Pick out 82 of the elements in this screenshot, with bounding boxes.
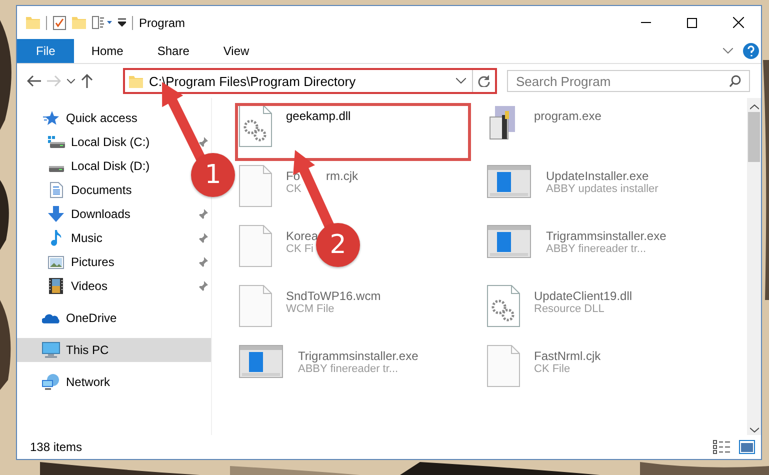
view-options-icon[interactable] bbox=[92, 16, 112, 29]
file-type: CK Fi bbox=[286, 243, 314, 255]
details-view-icon[interactable] bbox=[713, 440, 731, 454]
file-name: UpdateClient19.dll bbox=[534, 289, 632, 303]
file-type: Resource DLL bbox=[534, 303, 606, 315]
scrollbar[interactable] bbox=[747, 98, 761, 435]
network-icon bbox=[42, 374, 60, 390]
scroll-thumb[interactable] bbox=[748, 112, 760, 162]
pin-icon[interactable] bbox=[198, 136, 208, 148]
file-icon bbox=[486, 345, 520, 387]
pictures-icon bbox=[48, 256, 64, 268]
address-field[interactable]: C:\Program Files\Program Directory bbox=[123, 68, 497, 94]
window-icon bbox=[239, 345, 283, 378]
file-type: ABBY finereader tr... bbox=[546, 243, 648, 255]
search-field[interactable]: Search Program bbox=[507, 70, 750, 92]
nav-item[interactable]: Local Disk (D:) bbox=[71, 159, 150, 173]
customize-toolbar-icon[interactable] bbox=[118, 18, 126, 27]
nav-item[interactable]: This PC bbox=[66, 343, 109, 357]
scroll-down-icon[interactable] bbox=[750, 427, 758, 433]
help-icon[interactable] bbox=[743, 43, 759, 59]
ribbon-tab[interactable]: File bbox=[17, 39, 74, 63]
nav-item[interactable]: Network bbox=[66, 375, 110, 389]
file-name: program.exe bbox=[534, 109, 602, 123]
nav-item[interactable]: Downloads bbox=[71, 207, 130, 221]
computer-icon bbox=[42, 342, 60, 358]
download-icon bbox=[48, 206, 64, 222]
pin-icon[interactable] bbox=[198, 208, 208, 220]
nav-item[interactable]: Music bbox=[71, 231, 102, 245]
file-name: geekamp.dll bbox=[286, 109, 351, 123]
file-icon bbox=[238, 165, 272, 207]
maximize-icon[interactable] bbox=[687, 18, 697, 28]
nav-item[interactable]: Documents bbox=[71, 183, 132, 197]
drive-icon bbox=[48, 166, 64, 172]
file-name: Trigrammsinstaller.exe bbox=[546, 229, 666, 243]
drive-icon bbox=[48, 136, 64, 148]
ribbon-tab[interactable]: Share bbox=[140, 39, 206, 63]
file-type: WCM File bbox=[286, 303, 336, 315]
back-icon[interactable] bbox=[27, 75, 41, 87]
star-icon bbox=[43, 110, 59, 126]
nav-item[interactable]: Videos bbox=[71, 279, 108, 293]
nav-item[interactable]: OneDrive bbox=[66, 311, 117, 325]
refresh-icon[interactable] bbox=[478, 75, 490, 87]
ribbon-tab[interactable]: Home bbox=[74, 39, 140, 63]
file-name: Korea bbox=[286, 229, 318, 243]
file-icon bbox=[238, 225, 272, 267]
cloud-icon bbox=[42, 312, 60, 324]
file-type: CK File bbox=[534, 363, 572, 375]
window-title: Program bbox=[139, 16, 186, 30]
window-icon bbox=[487, 225, 531, 258]
item-count: 138 items bbox=[30, 440, 82, 454]
settings-file-icon bbox=[238, 105, 272, 147]
file-name: FastNrml.cjk bbox=[534, 349, 601, 363]
music-note-icon bbox=[50, 230, 62, 246]
dropdown-icon[interactable] bbox=[456, 78, 466, 84]
pin-icon[interactable] bbox=[198, 232, 208, 244]
film-icon bbox=[49, 278, 63, 294]
file-name: Trigrammsinstaller.exe bbox=[298, 349, 418, 363]
expand-ribbon-icon[interactable] bbox=[723, 48, 733, 54]
close-icon[interactable] bbox=[732, 17, 744, 28]
file-name: Fo bbox=[286, 169, 300, 183]
settings-file-icon bbox=[486, 285, 520, 327]
pin-icon[interactable] bbox=[198, 256, 208, 268]
nav-item[interactable]: Pictures bbox=[71, 255, 114, 269]
search-icon bbox=[729, 75, 741, 87]
nav-item[interactable]: Local Disk (C:) bbox=[71, 135, 150, 149]
document-icon bbox=[50, 182, 62, 198]
properties-icon[interactable] bbox=[53, 16, 66, 30]
file-type: ABBY finereader tr... bbox=[298, 363, 400, 375]
nav-item[interactable]: Quick access bbox=[66, 111, 138, 125]
large-icons-view-icon[interactable] bbox=[739, 440, 755, 454]
file-name: SndToWP16.wcm bbox=[286, 289, 381, 303]
file-name: UpdateInstaller.exe bbox=[546, 169, 649, 183]
pin-icon[interactable] bbox=[198, 280, 208, 292]
window-icon bbox=[487, 165, 531, 198]
file-name: rm.cjk bbox=[326, 169, 358, 183]
ribbon-tab[interactable]: View bbox=[206, 39, 266, 63]
file-icon bbox=[238, 285, 272, 327]
scroll-up-icon[interactable] bbox=[750, 104, 758, 110]
file-type: ABBY updates installer bbox=[546, 183, 658, 195]
file-type: CK bbox=[286, 183, 302, 195]
up-icon[interactable] bbox=[81, 74, 93, 88]
recent-locations-icon[interactable] bbox=[67, 78, 75, 84]
